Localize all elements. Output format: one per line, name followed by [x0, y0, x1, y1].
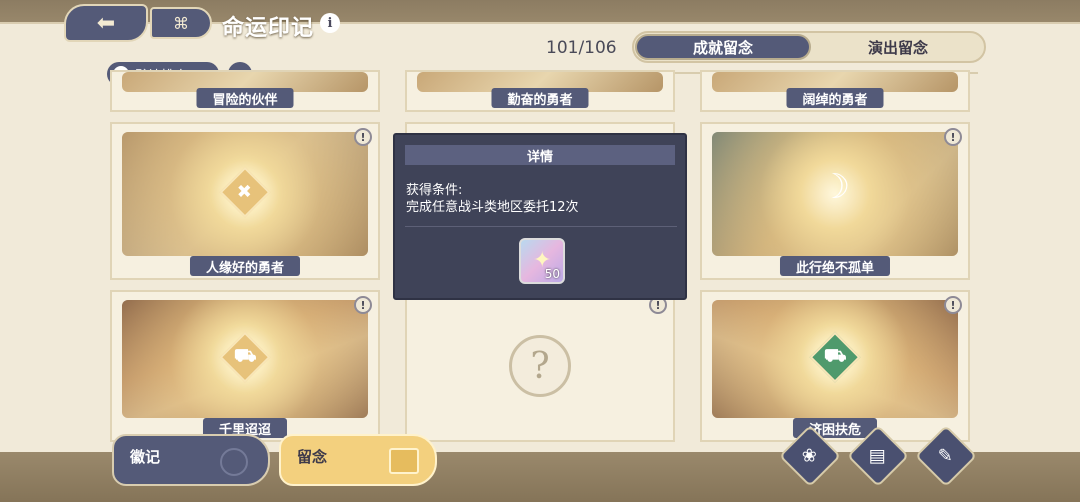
card-long-journey[interactable]: ⛟ ! 千里迢迢 [110, 290, 380, 442]
character-icon: ❀ [802, 445, 818, 467]
card-label: 勤奋的勇者 [491, 88, 589, 108]
image-icon [389, 448, 419, 474]
alert-icon[interactable]: ! [944, 128, 962, 146]
menu-button[interactable]: ⌘ [150, 7, 212, 39]
condition-text: 完成任意战斗类地区委托12次 [406, 200, 579, 215]
card-art: ⛟ [122, 300, 368, 418]
card-never-alone[interactable]: ☽ ! 此行绝不孤单 [700, 122, 970, 280]
card-diligent-hero[interactable]: 勤奋的勇者 [405, 70, 675, 112]
alert-icon[interactable]: ! [944, 296, 962, 314]
card-art: ☽ [712, 132, 958, 256]
card-art: ⛟ [712, 300, 958, 418]
card-label: 人缘好的勇者 [189, 256, 301, 276]
card-help-the-needy[interactable]: ⛟ ! 济困扶危 [700, 290, 970, 442]
tab-bar: 成就留念 演出留念 [632, 31, 986, 63]
reward-count: 50 [544, 267, 560, 281]
popup-divider [405, 226, 677, 227]
card-art: ✖ [122, 132, 368, 256]
card-locked[interactable]: ! ? [405, 290, 675, 442]
alert-icon[interactable]: ! [354, 296, 372, 314]
reward-item[interactable]: ✦ 50 [519, 238, 565, 284]
card-adventure-companion[interactable]: 冒险的伙伴 [110, 70, 380, 112]
nav-souvenirs-button[interactable]: 留念 [279, 434, 437, 486]
back-arrow-icon: ⬅ [96, 10, 116, 36]
book-icon: ▤ [869, 445, 887, 467]
popup-title: 详情 [405, 145, 675, 165]
notes-icon: ✎ [938, 445, 954, 467]
badge-icon [220, 448, 248, 476]
card-label: 冒险的伙伴 [196, 88, 294, 108]
back-button[interactable]: ⬅ [64, 4, 148, 42]
detail-popup: 详情 获得条件: 完成任意战斗类地区委托12次 ✦ 50 [393, 133, 687, 300]
question-mark-icon: ? [509, 335, 571, 397]
alert-icon[interactable]: ! [354, 128, 372, 146]
nav-badges-button[interactable]: 徽记 [112, 434, 270, 486]
info-icon[interactable]: i [320, 13, 340, 33]
card-wealthy-hero[interactable]: 阔绰的勇者 [700, 70, 970, 112]
tab-achievement-souvenirs[interactable]: 成就留念 [635, 34, 811, 60]
collection-counter: 101/106 [546, 38, 617, 58]
card-label: 阔绰的勇者 [786, 88, 884, 108]
card-popular-hero[interactable]: ✖ ! 人缘好的勇者 [110, 122, 380, 280]
tab-performance-souvenirs[interactable]: 演出留念 [812, 33, 984, 61]
crescent-icon: ☽ [819, 166, 851, 207]
page-title: 命运印记 [222, 16, 315, 41]
card-label: 此行绝不孤单 [779, 256, 891, 276]
menu-icon: ⌘ [173, 13, 189, 33]
